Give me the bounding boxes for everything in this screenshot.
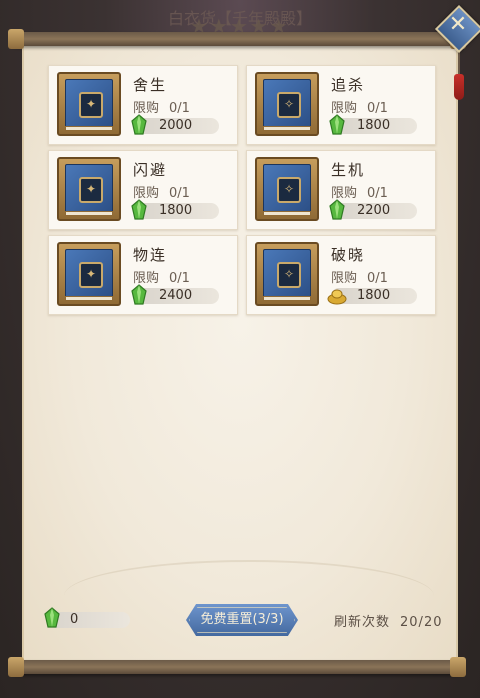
refresh-count: 刷新次数 20/20 bbox=[334, 611, 442, 630]
green-crystal-icon bbox=[131, 114, 147, 135]
skill-book-icon: ✦ bbox=[57, 157, 121, 221]
item-name: 舍生 bbox=[133, 76, 168, 94]
balance-value: 0 bbox=[70, 612, 79, 627]
item-name: 破晓 bbox=[331, 246, 366, 264]
rod-cap-left bbox=[8, 657, 24, 677]
shop-item-card[interactable]: ✧ 破晓 限购 0/1 1800 bbox=[246, 235, 436, 315]
refresh-value: 20/20 bbox=[400, 615, 443, 630]
item-price: 1800 bbox=[131, 199, 219, 220]
green-crystal-icon bbox=[131, 284, 147, 305]
skill-book-icon: ✧ bbox=[255, 157, 319, 221]
item-name: 物连 bbox=[133, 246, 168, 264]
shop-item-card[interactable]: ✦ 物连 限购 0/1 2400 bbox=[48, 235, 238, 315]
item-price: 1800 bbox=[329, 114, 417, 135]
shop-item-card[interactable]: ✧ 生机 限购 0/1 2200 bbox=[246, 150, 436, 230]
skill-book-icon: ✦ bbox=[57, 72, 121, 136]
currency-balance: 0 bbox=[44, 607, 130, 628]
item-name: 闪避 bbox=[133, 161, 168, 179]
gold-ingot-icon bbox=[327, 289, 347, 305]
reset-button-label: 免费重置(3/3) bbox=[200, 612, 284, 627]
item-name: 追杀 bbox=[331, 76, 366, 94]
close-button[interactable]: ✕ bbox=[434, 4, 480, 54]
green-crystal-icon bbox=[329, 199, 345, 220]
item-price: 2200 bbox=[329, 199, 417, 220]
skill-book-icon: ✧ bbox=[255, 72, 319, 136]
close-icon: ✕ bbox=[448, 12, 468, 37]
shop-item-card[interactable]: ✧ 追杀 限购 0/1 1800 bbox=[246, 65, 436, 145]
item-price: 1800 bbox=[327, 288, 417, 305]
skill-book-icon: ✧ bbox=[255, 242, 319, 306]
item-price: 2400 bbox=[131, 284, 219, 305]
item-name: 生机 bbox=[331, 161, 366, 179]
green-crystal-icon bbox=[329, 114, 345, 135]
free-reset-button[interactable]: 免费重置(3/3) bbox=[186, 604, 298, 636]
rod-cap-left bbox=[8, 29, 24, 49]
item-price: 2000 bbox=[131, 114, 219, 135]
tassel-ornament bbox=[454, 74, 464, 100]
scroll-top-rod bbox=[8, 29, 466, 49]
green-crystal-icon bbox=[131, 199, 147, 220]
refresh-label: 刷新次数 bbox=[334, 615, 391, 630]
green-crystal-icon bbox=[44, 607, 60, 628]
shop-item-card[interactable]: ✦ 闪避 限购 0/1 1800 bbox=[48, 150, 238, 230]
scroll-bottom-rod bbox=[8, 657, 466, 677]
shop-item-card[interactable]: ✦ 舍生 限购 0/1 2000 bbox=[48, 65, 238, 145]
skill-book-icon: ✦ bbox=[57, 242, 121, 306]
rod-cap-right bbox=[450, 657, 466, 677]
